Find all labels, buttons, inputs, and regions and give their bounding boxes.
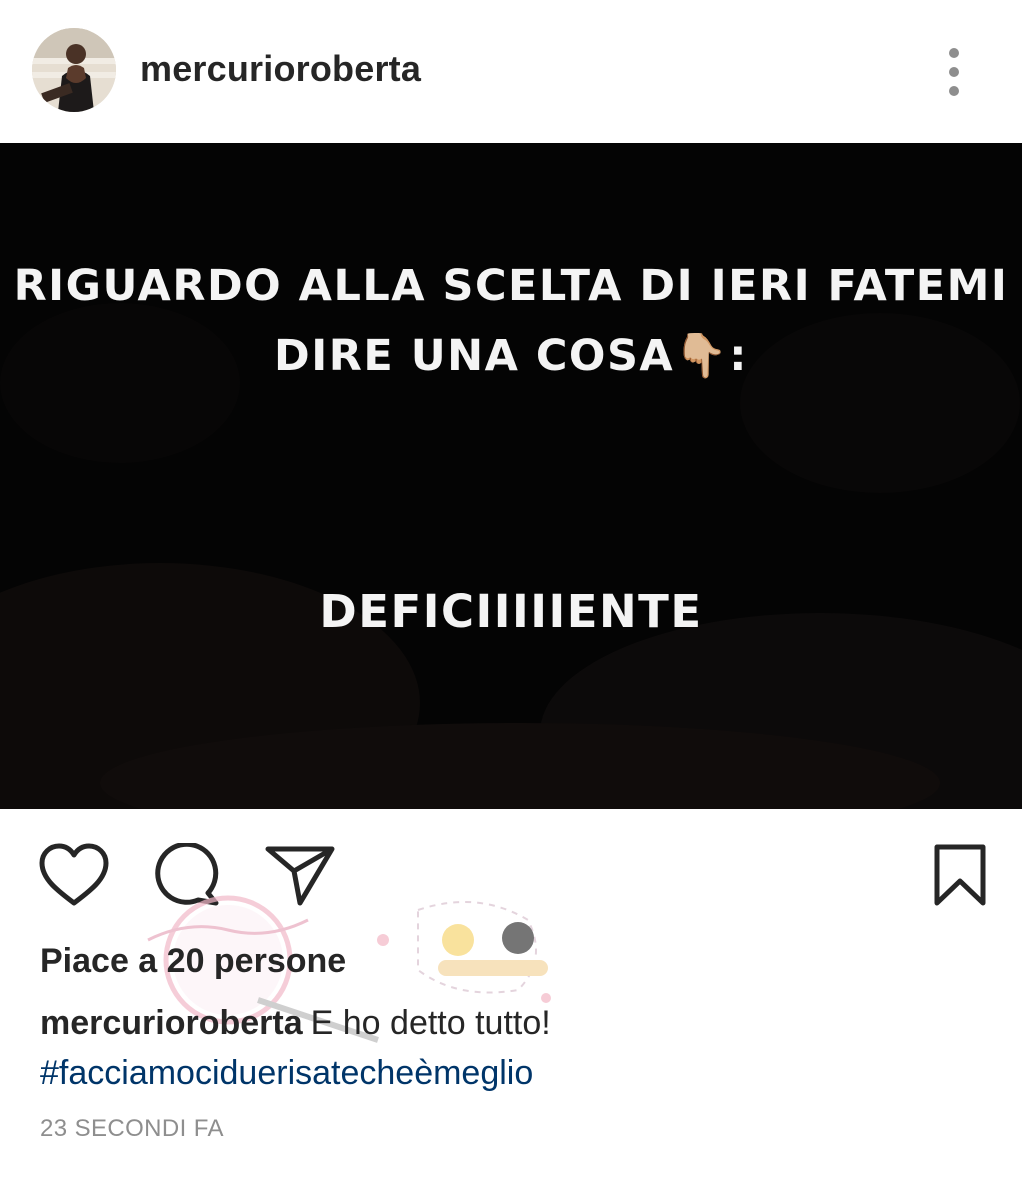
caption: mercurioroberta E ho detto tutto!: [40, 1004, 551, 1043]
post-username[interactable]: mercurioroberta: [140, 48, 421, 90]
post-header: mercurioroberta: [0, 0, 1022, 143]
send-icon[interactable]: [264, 843, 336, 907]
image-text-line-1: RIGUARDO ALLA SCELTA DI IERI FATEMI: [13, 261, 1009, 311]
caption-text: E ho detto tutto!: [310, 1004, 551, 1042]
image-background-texture: [0, 143, 1022, 809]
action-bar: [0, 809, 1022, 929]
post-image[interactable]: RIGUARDO ALLA SCELTA DI IERI FATEMI DIRE…: [0, 143, 1022, 809]
more-vertical-icon[interactable]: [936, 44, 972, 100]
comment-icon[interactable]: [154, 843, 224, 907]
bookmark-icon[interactable]: [932, 843, 988, 907]
image-text-line-3: DEFICIIIIIENTE: [319, 585, 703, 638]
image-text-line-2: DIRE UNA COSA👇🏼:: [274, 331, 748, 381]
avatar[interactable]: [32, 28, 116, 112]
post-timestamp: 23 SECONDI FA: [40, 1115, 224, 1142]
hashtag-link[interactable]: #facciamociduerisatecheèmeglio: [40, 1054, 533, 1093]
heart-icon[interactable]: [38, 843, 110, 907]
caption-username[interactable]: mercurioroberta: [40, 1004, 303, 1042]
likes-count[interactable]: Piace a 20 persone: [40, 942, 346, 981]
avatar-photo: [32, 28, 116, 112]
